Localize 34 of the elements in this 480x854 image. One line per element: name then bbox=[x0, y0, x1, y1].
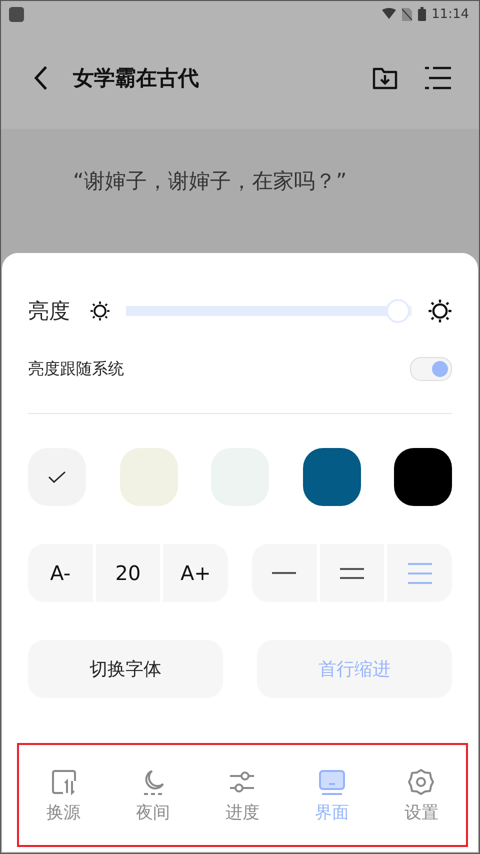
back-icon[interactable] bbox=[33, 65, 49, 91]
nav-tab[interactable]: 夜间 bbox=[136, 766, 170, 824]
theme-swatch[interactable] bbox=[28, 448, 86, 506]
line-spacing-button[interactable] bbox=[320, 544, 384, 602]
option-button[interactable]: 切换字体 bbox=[28, 640, 223, 698]
status-time: 11:14 bbox=[432, 6, 469, 22]
nav-tab[interactable]: 换源 bbox=[46, 766, 81, 824]
spacing-icon bbox=[408, 562, 432, 584]
sun-icon bbox=[428, 299, 452, 323]
sun-icon bbox=[90, 301, 110, 321]
folder-download-icon[interactable] bbox=[372, 65, 398, 91]
book-title: 女学霸在古代 bbox=[73, 65, 200, 92]
theme-swatch[interactable] bbox=[394, 448, 452, 506]
theme-swatch[interactable] bbox=[302, 448, 360, 506]
spacing-icon bbox=[340, 568, 364, 578]
decrease-font-button[interactable]: A- bbox=[28, 544, 93, 602]
settings-icon bbox=[406, 766, 436, 796]
nav-tab[interactable]: 设置 bbox=[404, 766, 438, 824]
notification-icon bbox=[9, 6, 24, 22]
brightness-label: 亮度 bbox=[28, 298, 70, 325]
check-icon bbox=[48, 471, 66, 483]
option-button[interactable]: 首行缩进 bbox=[257, 640, 452, 698]
font-size-value: 20 bbox=[96, 544, 160, 602]
increase-font-button[interactable]: A+ bbox=[163, 544, 228, 602]
story-paragraph: “谢婶子，谢婶子，在家吗？” bbox=[73, 168, 348, 195]
toggle-switch[interactable] bbox=[410, 357, 452, 381]
nav-tab[interactable]: 界面 bbox=[314, 766, 349, 824]
menu-icon[interactable] bbox=[425, 66, 451, 90]
follow-system-label: 亮度跟随系统 bbox=[28, 358, 124, 380]
no-sim-icon bbox=[402, 8, 412, 20]
battery-icon bbox=[418, 7, 426, 21]
theme-swatch[interactable] bbox=[120, 448, 178, 506]
wifi-icon bbox=[382, 8, 396, 20]
nav-tab[interactable]: 进度 bbox=[225, 766, 260, 824]
